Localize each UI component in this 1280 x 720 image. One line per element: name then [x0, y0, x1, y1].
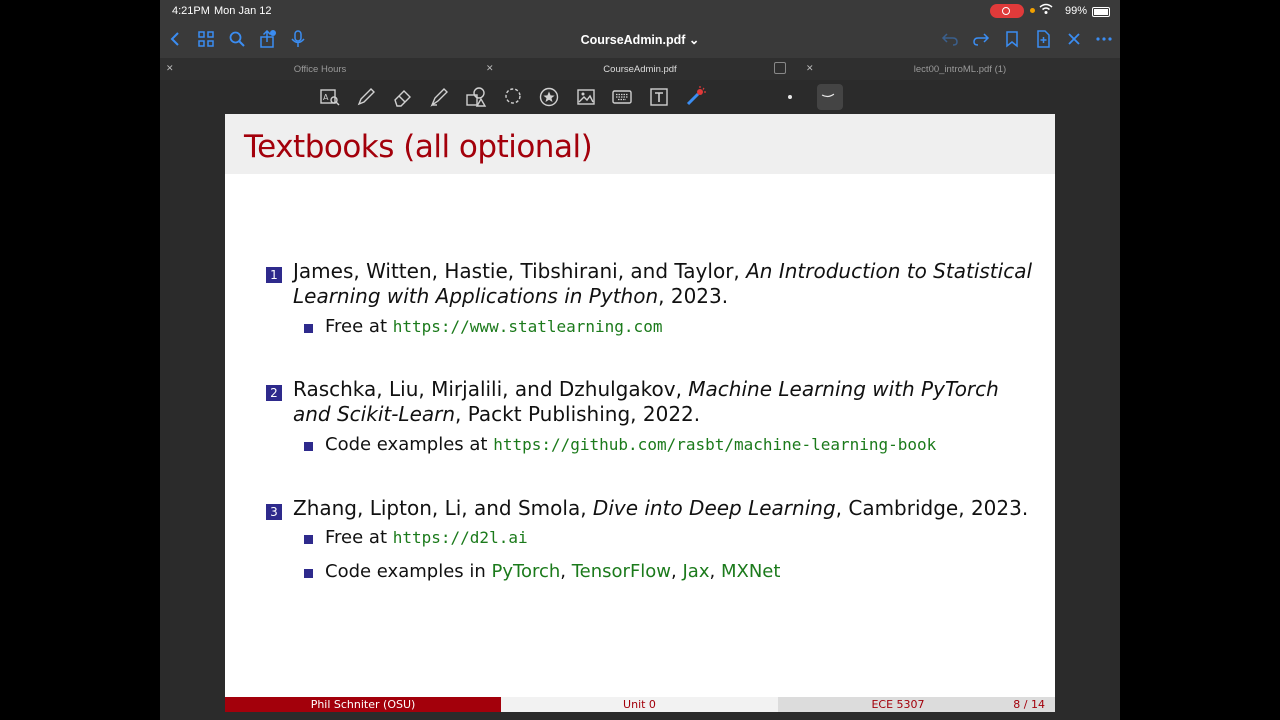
text-select-icon[interactable]: A	[319, 86, 341, 108]
tab-label: lect00_introML.pdf (1)	[913, 64, 1007, 75]
document-tabs: ✕ Office Hours ✕ CourseAdmin.pdf ✕ lect0…	[160, 58, 1120, 80]
tab-lect00[interactable]: ✕ lect00_introML.pdf (1)	[800, 58, 1120, 80]
status-date: Mon Jan 12	[214, 5, 272, 17]
slide-footer: Phil Schniter (OSU) Unit 0 ECE 5307 8 / …	[225, 697, 1055, 712]
item-book-title: Dive into Deep Learning	[592, 496, 836, 520]
battery-percent: 99%	[1065, 5, 1088, 17]
item-authors: Zhang, Lipton, Li, and Smola,	[293, 496, 593, 520]
more-icon[interactable]	[1094, 30, 1114, 50]
redo-icon[interactable]	[971, 30, 991, 50]
sub-prefix: Code examples at	[325, 434, 494, 455]
bookmark-icon[interactable]	[1002, 30, 1022, 50]
footer-unit: Unit 0	[501, 697, 778, 712]
item-number: 1	[266, 267, 282, 283]
mic-indicator-icon	[1030, 8, 1035, 13]
wifi-icon	[1039, 3, 1053, 18]
pen-icon[interactable]	[355, 86, 377, 108]
footer-author: Phil Schniter (OSU)	[225, 697, 501, 712]
link-tensorflow[interactable]: TensorFlow	[572, 561, 671, 582]
footer-page-number: 8 / 14	[1013, 698, 1045, 711]
tab-office-hours[interactable]: ✕ Office Hours	[160, 58, 480, 80]
pdf-slide: Textbooks (all optional) 1 James, Witten…	[225, 114, 1055, 712]
highlighter-icon[interactable]	[428, 86, 450, 108]
item-number: 3	[266, 504, 282, 520]
url-link[interactable]: https://d2l.ai	[393, 528, 528, 547]
annotation-toolbar: A	[160, 80, 1120, 114]
keyboard-icon[interactable]	[611, 86, 633, 108]
status-time: 4:21PM	[172, 5, 210, 17]
status-bar: 4:21PM Mon Jan 12 99%	[160, 0, 1120, 22]
slide-header: Textbooks (all optional)	[225, 114, 1055, 174]
ipad-screen: 4:21PM Mon Jan 12 99% CourseAdmin.pdf ⌄	[160, 0, 1120, 720]
item-citation: Raschka, Liu, Mirjalili, and Dzhulgakov,…	[293, 377, 1033, 427]
item-authors: Raschka, Liu, Mirjalili, and Dzhulgakov,	[293, 377, 689, 401]
star-icon[interactable]	[538, 86, 560, 108]
eraser-icon[interactable]	[392, 86, 414, 108]
laser-pointer-icon[interactable]	[684, 86, 706, 108]
item-citation: Zhang, Lipton, Li, and Smola, Dive into …	[293, 496, 1033, 521]
shapes-icon[interactable]	[465, 86, 487, 108]
footer-course: ECE 5307	[871, 698, 925, 711]
item-authors: James, Witten, Hastie, Tibshirani, and T…	[293, 259, 747, 283]
close-icon[interactable]	[1064, 30, 1084, 50]
bullet-icon	[304, 535, 313, 544]
item-publisher: , Cambridge, 2023.	[835, 496, 1029, 520]
slide-title: Textbooks (all optional)	[244, 129, 593, 165]
link-mxnet[interactable]: MXNet	[721, 561, 780, 582]
text-box-icon[interactable]	[648, 86, 670, 108]
bullet-icon	[304, 569, 313, 578]
url-link[interactable]: https://github.com/rasbt/machine-learnin…	[493, 435, 936, 454]
svg-text:A: A	[323, 93, 329, 102]
item-publisher: , Packt Publishing, 2022.	[455, 402, 701, 426]
tab-label: Office Hours	[293, 64, 347, 75]
url-link[interactable]: https://www.statlearning.com	[393, 317, 663, 336]
link-jax[interactable]: Jax	[683, 561, 710, 582]
nav-bar: CourseAdmin.pdf ⌄	[160, 22, 1120, 58]
bullet-icon	[304, 442, 313, 451]
image-icon[interactable]	[575, 86, 597, 108]
screen-recording-icon[interactable]	[990, 4, 1024, 18]
item-publisher: , 2023.	[658, 284, 729, 308]
link-pytorch[interactable]: PyTorch	[492, 561, 561, 582]
footer-course-page: ECE 5307 8 / 14	[778, 697, 1055, 712]
add-page-icon[interactable]	[1033, 30, 1053, 50]
sub-prefix: Free at	[325, 316, 393, 337]
tab-courseadmin[interactable]: ✕ CourseAdmin.pdf	[480, 58, 800, 80]
sub-prefix: Free at	[325, 527, 393, 548]
battery-icon	[1092, 7, 1110, 17]
sub-prefix: Code examples in	[325, 561, 492, 582]
bullet-icon	[304, 324, 313, 333]
undo-icon[interactable]	[940, 30, 960, 50]
stroke-style-icon[interactable]	[817, 84, 843, 110]
split-view-icon[interactable]	[774, 62, 786, 74]
tab-label: CourseAdmin.pdf	[603, 64, 677, 75]
item-number: 2	[266, 385, 282, 401]
lasso-icon[interactable]	[502, 86, 524, 108]
dot-size-icon[interactable]	[779, 86, 801, 108]
item-citation: James, Witten, Hastie, Tibshirani, and T…	[293, 259, 1033, 309]
